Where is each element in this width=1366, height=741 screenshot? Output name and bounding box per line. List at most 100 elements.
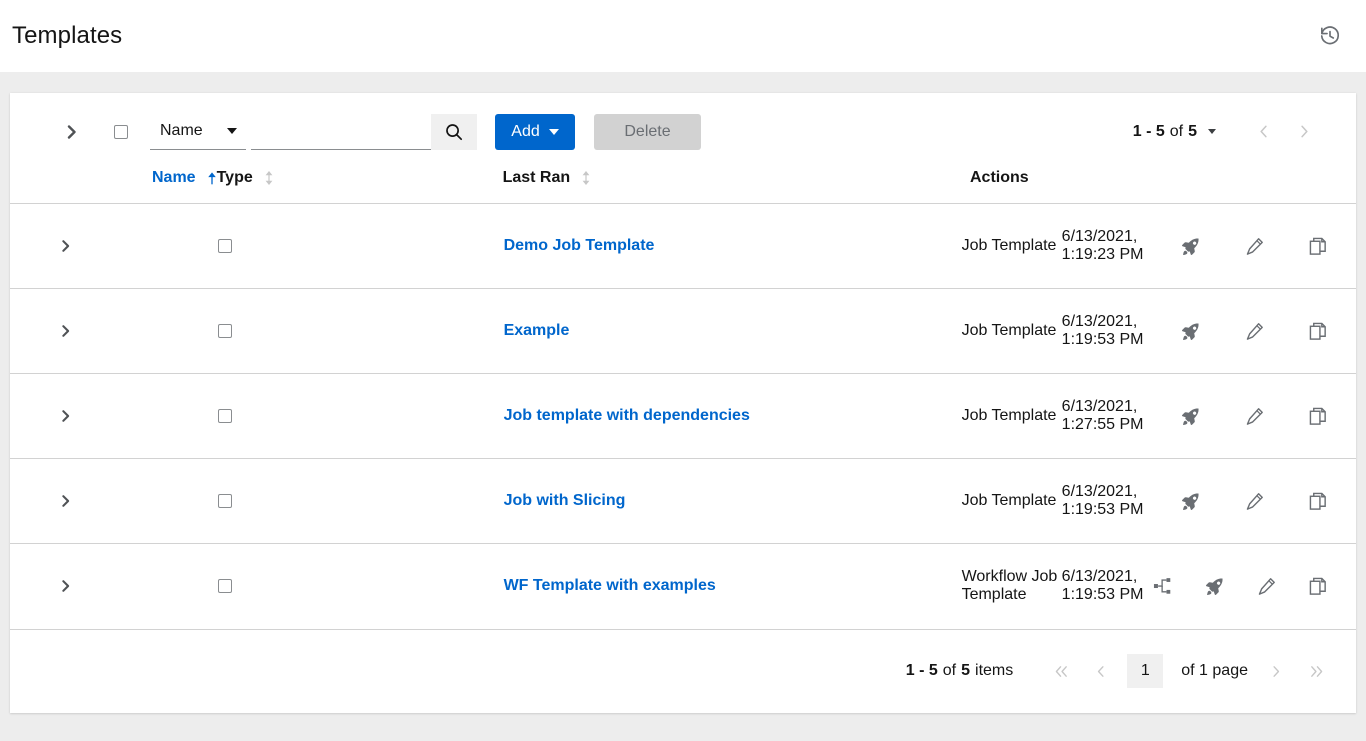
row-name-cell: Demo Job Template: [503, 204, 961, 289]
top-pagination-nav: [1244, 115, 1324, 149]
pagination-first-angle-double-left-icon[interactable]: [1041, 654, 1081, 688]
row-expand-cell: [10, 289, 217, 374]
template-name-link[interactable]: Job with Slicing: [504, 492, 626, 509]
row-actions-cell: [1149, 204, 1356, 289]
row-select-checkbox[interactable]: [218, 579, 232, 593]
header-actions: [1314, 20, 1346, 52]
row-expand-chevron-right-icon[interactable]: [54, 575, 76, 597]
list-toolbar: Name Add Delete 1 - 5 of 5: [10, 93, 1356, 169]
history-icon[interactable]: [1314, 20, 1346, 52]
workflow-visualizer-icon[interactable]: [1150, 574, 1174, 598]
template-name-link[interactable]: Example: [504, 322, 570, 339]
top-pagination-total: 5: [1188, 123, 1197, 141]
row-last-ran-cell: 6/13/2021, 1:27:55 PM: [1061, 374, 1149, 459]
pagination-next-angle-right-icon[interactable]: [1256, 654, 1296, 688]
table-row: Demo Job Template Job Template 6/13/2021…: [10, 204, 1356, 289]
row-select-checkbox[interactable]: [218, 494, 232, 508]
bottom-pagination-summary[interactable]: 1 - 5 of 5 items: [906, 662, 1014, 680]
copy-icon[interactable]: [1306, 319, 1330, 343]
row-select-cell: [217, 374, 503, 459]
copy-icon[interactable]: [1306, 489, 1330, 513]
templates-card: Name Add Delete 1 - 5 of 5: [10, 93, 1356, 713]
rocket-launch-icon[interactable]: [1178, 404, 1202, 428]
bottom-pagination-of: of: [943, 662, 956, 680]
chevron-down-icon: [549, 129, 559, 135]
row-select-cell: [217, 459, 503, 544]
row-name-cell: Job template with dependencies: [503, 374, 961, 459]
row-select-cell: [217, 289, 503, 374]
row-expand-chevron-right-icon[interactable]: [54, 490, 76, 512]
rocket-launch-icon[interactable]: [1178, 234, 1202, 258]
row-select-checkbox[interactable]: [218, 324, 232, 338]
table-head: Name Type: [10, 169, 1356, 204]
row-select-checkbox[interactable]: [218, 409, 232, 423]
search-field-select[interactable]: Name: [150, 114, 246, 150]
row-name-cell: Example: [503, 289, 961, 374]
add-button[interactable]: Add: [495, 114, 575, 150]
top-pagination: 1 - 5 of 5: [1133, 115, 1340, 149]
bottom-pagination-total: 5: [961, 662, 970, 680]
template-name-link[interactable]: Job template with dependencies: [504, 407, 750, 424]
pencil-edit-icon[interactable]: [1242, 404, 1266, 428]
pagination-prev-angle-left-icon[interactable]: [1081, 654, 1121, 688]
rocket-launch-icon[interactable]: [1202, 574, 1226, 598]
row-expand-cell: [10, 544, 217, 629]
add-button-label: Add: [511, 123, 539, 141]
chevron-down-icon: [1208, 129, 1216, 134]
page-number-input[interactable]: [1127, 654, 1163, 688]
search-input[interactable]: [251, 114, 431, 150]
top-pagination-range: 1 - 5: [1133, 123, 1165, 141]
pencil-edit-icon[interactable]: [1254, 574, 1278, 598]
column-header-type[interactable]: Type: [217, 169, 503, 204]
pencil-edit-icon[interactable]: [1242, 234, 1266, 258]
row-select-cell: [217, 544, 503, 629]
row-expand-chevron-right-icon[interactable]: [54, 235, 76, 257]
select-all-checkbox[interactable]: [114, 125, 128, 139]
row-expand-chevron-right-icon[interactable]: [54, 405, 76, 427]
delete-button[interactable]: Delete: [594, 114, 701, 150]
column-header-last-ran-label: Last Ran: [503, 169, 571, 187]
search-field-select-label: Name: [160, 122, 203, 140]
top-pagination-prev-chevron-left-icon[interactable]: [1244, 115, 1284, 149]
row-type-cell: Workflow Job Template: [961, 544, 1061, 629]
expand-all-chevron-right-icon[interactable]: [54, 115, 88, 149]
row-name-cell: WF Template with examples: [503, 544, 961, 629]
sort-asc-icon: [207, 171, 217, 186]
bottom-pagination-range: 1 - 5: [906, 662, 938, 680]
bottom-pagination: 1 - 5 of 5 items of 1 page: [10, 629, 1356, 713]
column-header-actions: Actions: [961, 169, 1061, 204]
search-submit-button[interactable]: [431, 114, 477, 150]
template-name-link[interactable]: WF Template with examples: [504, 577, 716, 594]
top-pagination-summary[interactable]: 1 - 5 of 5: [1133, 123, 1216, 141]
row-select-checkbox[interactable]: [218, 239, 232, 253]
column-header-last-ran[interactable]: Last Ran: [503, 169, 961, 204]
row-expand-chevron-right-icon[interactable]: [54, 320, 76, 342]
row-actions-cell: [1149, 289, 1356, 374]
bottom-pagination-items-label: items: [975, 662, 1013, 680]
table-header-row: Name Type: [10, 169, 1356, 204]
page-title: Templates: [12, 22, 122, 50]
row-type-cell: Job Template: [961, 459, 1061, 544]
row-actions-cell: [1149, 459, 1356, 544]
pencil-edit-icon[interactable]: [1242, 489, 1266, 513]
table-row: Job template with dependencies Job Templ…: [10, 374, 1356, 459]
pencil-edit-icon[interactable]: [1242, 319, 1266, 343]
copy-icon[interactable]: [1306, 574, 1330, 598]
row-expand-cell: [10, 459, 217, 544]
copy-icon[interactable]: [1306, 404, 1330, 428]
top-pagination-next-chevron-right-icon[interactable]: [1284, 115, 1324, 149]
pagination-last-angle-double-right-icon[interactable]: [1296, 654, 1336, 688]
of-pages-label: of 1 page: [1181, 662, 1248, 680]
row-name-cell: Job with Slicing: [503, 459, 961, 544]
search-group: Name: [150, 114, 477, 150]
rocket-launch-icon[interactable]: [1178, 489, 1202, 513]
column-header-name[interactable]: Name: [10, 169, 217, 204]
copy-icon[interactable]: [1306, 234, 1330, 258]
rocket-launch-icon[interactable]: [1178, 319, 1202, 343]
table-row: Job with Slicing Job Template 6/13/2021,…: [10, 459, 1356, 544]
column-header-type-label: Type: [217, 169, 253, 187]
row-type-cell: Job Template: [961, 204, 1061, 289]
row-type-cell: Job Template: [961, 374, 1061, 459]
page-header: Templates: [0, 0, 1366, 72]
template-name-link[interactable]: Demo Job Template: [504, 237, 655, 254]
